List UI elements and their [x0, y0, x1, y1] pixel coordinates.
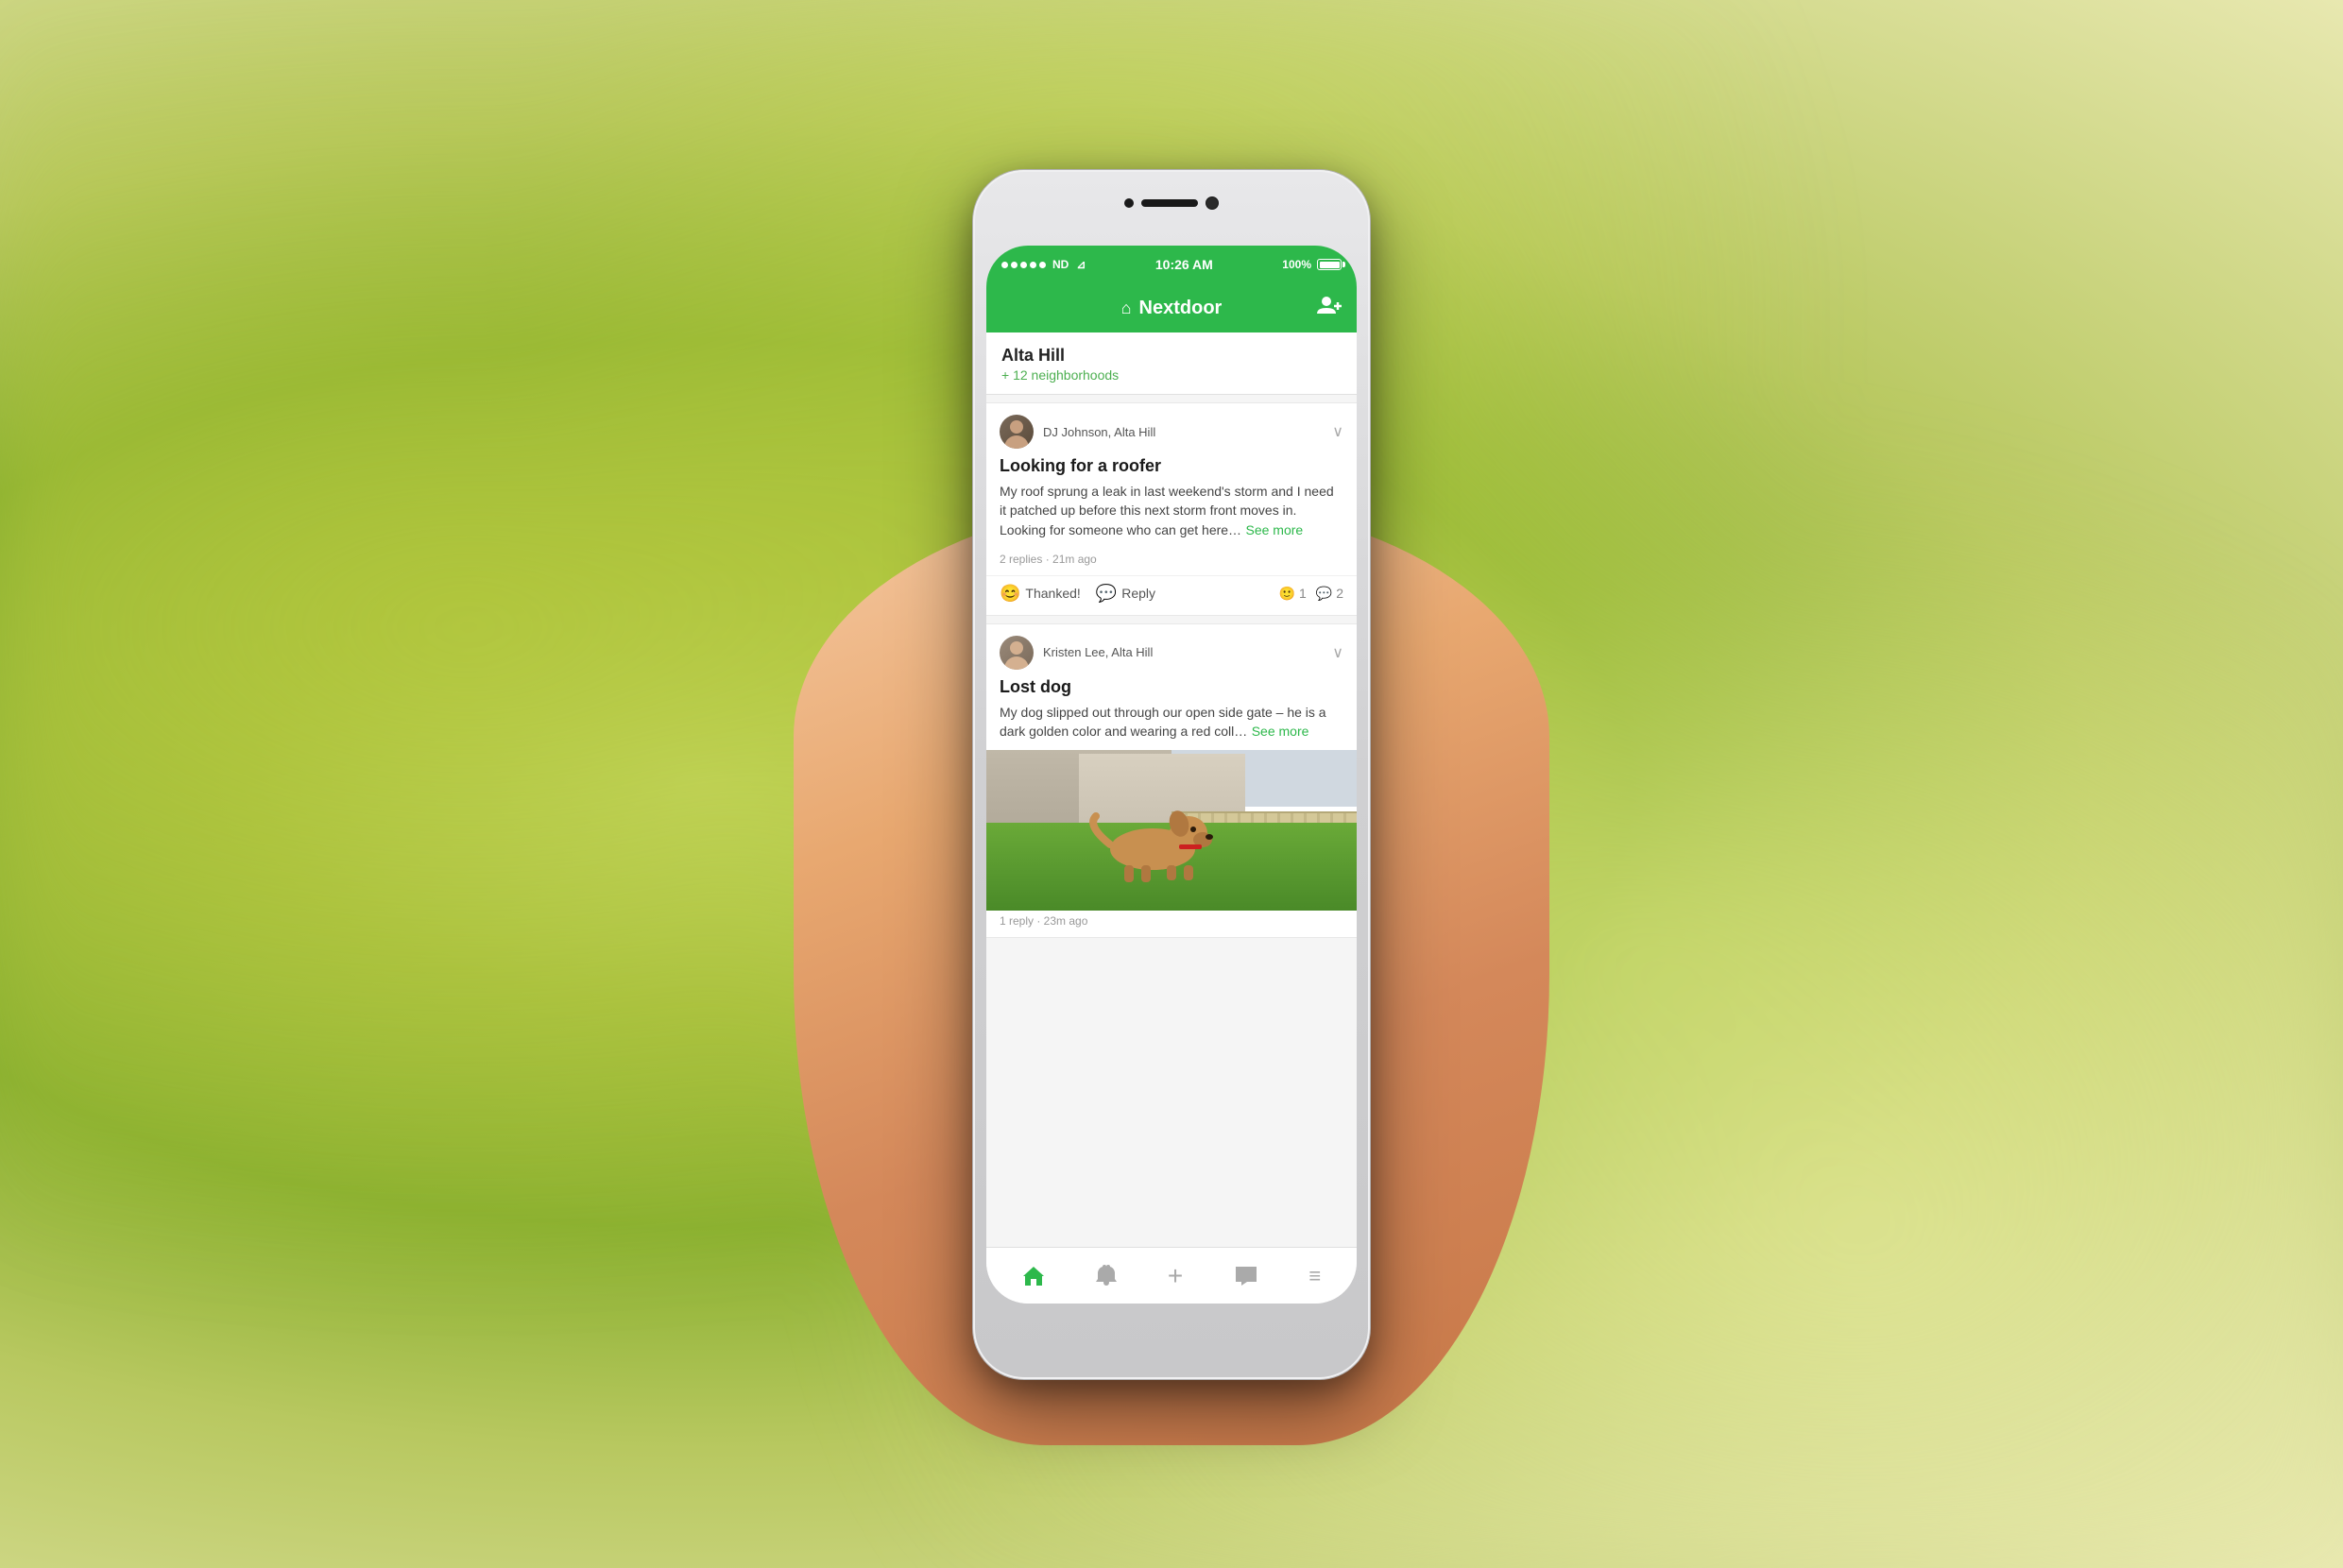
nav-title: ⌂ Nextdoor	[1121, 298, 1223, 319]
avatar-dj	[1000, 415, 1034, 449]
phone-shell: ND ⊿ 10:26 AM 100%	[973, 170, 1370, 1379]
post-actions-1: 😊 Thanked! 💬 Reply 🙂	[986, 575, 1357, 615]
reply-icon: 💬	[1096, 584, 1117, 604]
wifi-icon: ⊿	[1076, 258, 1086, 271]
nav-header: ⌂ Nextdoor	[986, 283, 1357, 332]
post-card-1: DJ Johnson, Alta Hill ∨ Looking for a ro…	[986, 402, 1357, 616]
battery-bar	[1317, 259, 1342, 270]
dog-image	[1077, 788, 1228, 882]
reaction-counts-1: 🙂 1 💬 2	[1279, 586, 1343, 602]
tab-home[interactable]	[1010, 1257, 1057, 1295]
battery	[1317, 259, 1342, 270]
post-body-2: Lost dog My dog slipped out through our …	[986, 677, 1357, 751]
reaction-count: 🙂 1	[1279, 586, 1307, 602]
see-more-2[interactable]: See more	[1252, 724, 1309, 739]
smiley-count-icon: 🙂	[1279, 586, 1295, 602]
see-more-1[interactable]: See more	[1246, 522, 1304, 537]
tab-compose[interactable]: +	[1156, 1253, 1194, 1299]
status-right: 100%	[1282, 258, 1342, 271]
tab-messages[interactable]	[1223, 1257, 1270, 1295]
tab-notifications[interactable]	[1085, 1257, 1128, 1295]
post-header-1: DJ Johnson, Alta Hill ∨	[986, 403, 1357, 456]
chevron-down-icon-1[interactable]: ∨	[1332, 422, 1343, 441]
carrier-label: ND	[1052, 258, 1069, 271]
comment-number: 2	[1336, 586, 1343, 601]
screen-inner: ND ⊿ 10:26 AM 100%	[986, 246, 1357, 1304]
location-sub: + 12 neighborhoods	[1001, 367, 1342, 383]
thank-button[interactable]: 😊 Thanked!	[1000, 584, 1081, 604]
house-icon: ⌂	[1121, 298, 1132, 318]
post-author-1: DJ Johnson, Alta Hill	[1043, 425, 1323, 439]
post-body-1: Looking for a roofer My roof sprung a le…	[986, 456, 1357, 549]
app-title: Nextdoor	[1139, 298, 1223, 319]
post-card-2: Kristen Lee, Alta Hill ∨ Lost dog My dog…	[986, 623, 1357, 939]
comment-count: 💬 2	[1316, 586, 1343, 602]
reply-label: Reply	[1121, 586, 1155, 601]
post-author-2: Kristen Lee, Alta Hill	[1043, 645, 1323, 659]
status-bar: ND ⊿ 10:26 AM 100%	[986, 246, 1357, 283]
post-image-2[interactable]	[986, 750, 1357, 911]
post-title-2[interactable]: Lost dog	[1000, 677, 1343, 697]
chevron-down-icon-2[interactable]: ∨	[1332, 643, 1343, 662]
scene: ND ⊿ 10:26 AM 100%	[746, 123, 1597, 1445]
speaker	[1141, 199, 1198, 207]
phone-screen: ND ⊿ 10:26 AM 100%	[986, 246, 1357, 1304]
avatar-kl	[1000, 636, 1034, 670]
phone-notch	[1124, 196, 1219, 210]
signal-dot-3	[1020, 262, 1027, 268]
post-title-1[interactable]: Looking for a roofer	[1000, 456, 1343, 476]
post-header-2: Kristen Lee, Alta Hill ∨	[986, 624, 1357, 677]
signal-dot-5	[1039, 262, 1046, 268]
signal-dot-4	[1030, 262, 1036, 268]
tab-bar: + ≡	[986, 1247, 1357, 1304]
add-friend-button[interactable]	[1317, 295, 1342, 321]
post-meta-2: 1 reply · 23m ago	[986, 911, 1357, 937]
post-meta-1: 2 replies · 21m ago	[986, 549, 1357, 575]
reply-button[interactable]: 💬 Reply	[1096, 584, 1155, 604]
smiley-icon: 😊	[1000, 584, 1020, 604]
battery-fill	[1320, 262, 1340, 268]
status-left: ND ⊿	[1001, 258, 1086, 271]
tab-menu[interactable]: ≡	[1297, 1256, 1333, 1296]
battery-percent: 100%	[1282, 258, 1311, 271]
signal-dot-1	[1001, 262, 1008, 268]
front-camera-icon	[1124, 198, 1134, 208]
scrollable-content: Alta Hill + 12 neighborhoods DJ Johnson,…	[986, 332, 1357, 1247]
location-header: Alta Hill + 12 neighborhoods	[986, 332, 1357, 395]
signal-dot-2	[1011, 262, 1018, 268]
location-name: Alta Hill	[1001, 346, 1342, 366]
thank-label: Thanked!	[1025, 586, 1080, 601]
reaction-number: 1	[1299, 586, 1307, 601]
comment-count-icon: 💬	[1316, 586, 1332, 602]
status-time: 10:26 AM	[1155, 257, 1213, 272]
camera-icon	[1206, 196, 1219, 210]
signal-dots	[1001, 262, 1046, 268]
